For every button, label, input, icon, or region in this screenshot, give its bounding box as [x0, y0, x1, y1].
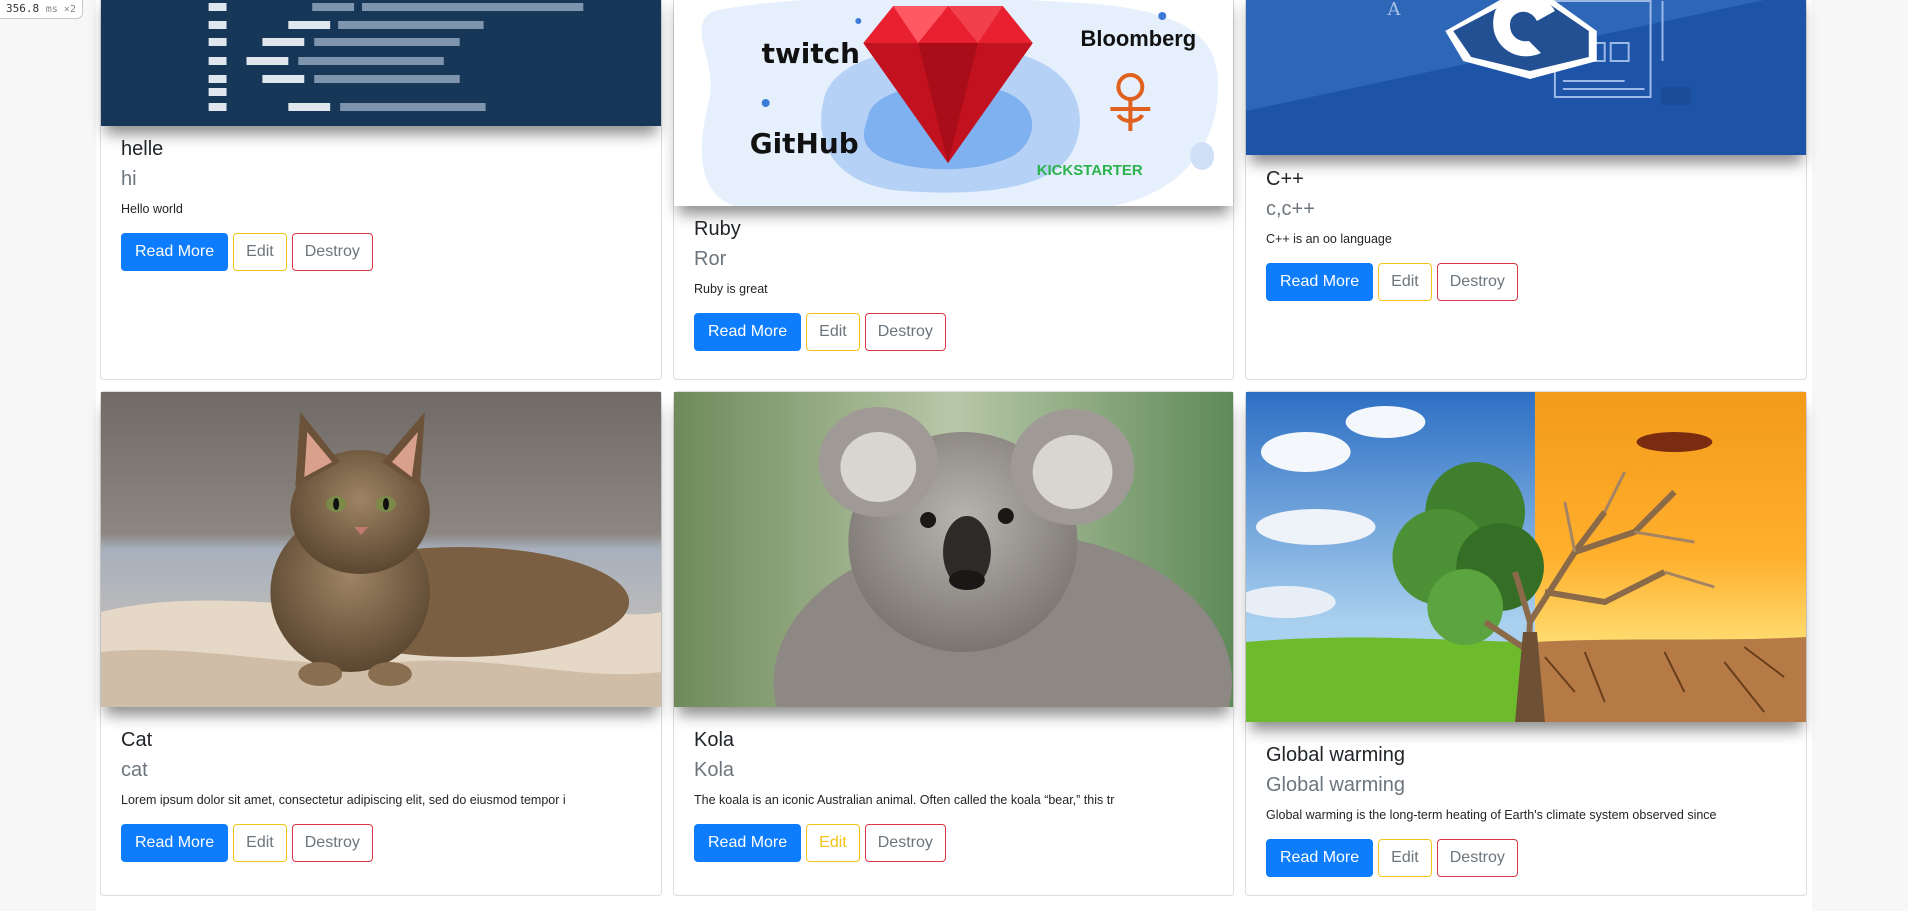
svg-text:A: A — [1386, 0, 1401, 20]
card-image-cpp: A — [1246, 0, 1806, 155]
read-more-button[interactable]: Read More — [1266, 263, 1374, 301]
card-title: Global warming — [1266, 744, 1405, 766]
destroy-button[interactable]: Destroy — [864, 313, 946, 351]
edit-button[interactable]: Edit — [233, 233, 287, 271]
card-subtitle: c,c++ — [1266, 198, 1315, 220]
card-actions: Read More Edit Destroy — [121, 824, 641, 862]
post-card-helle: helle hi Hello world Read More Edit Dest… — [100, 0, 662, 380]
card-actions: Read More Edit Destroy — [121, 233, 641, 271]
card-subtitle: cat — [121, 759, 148, 781]
card-actions: Read More Edit Destroy — [694, 313, 1213, 351]
post-card-kola: Kola Kola The koala is an iconic Austral… — [673, 391, 1234, 896]
card-actions: Read More Edit Destroy — [1266, 839, 1786, 877]
read-more-button[interactable]: Read More — [694, 313, 802, 351]
page-content: helle hi Hello world Read More Edit Dest… — [96, 0, 1812, 911]
post-card-ruby: twitch Bloomberg GitHub KICKSTARTER Ruby… — [673, 0, 1234, 380]
destroy-button[interactable]: Destroy — [291, 824, 373, 862]
read-more-button[interactable]: Read More — [121, 824, 229, 862]
card-title: Kola — [694, 729, 735, 751]
card-title: helle — [121, 138, 164, 160]
card-text: The koala is an iconic Australian animal… — [694, 793, 1115, 807]
card-subtitle: Ror — [694, 248, 727, 270]
perf-counter: 356.8 ms ×2 — [0, 0, 83, 19]
card-title: Cat — [121, 729, 153, 751]
card-image-climate — [1246, 392, 1806, 722]
card-text: Hello world — [121, 202, 183, 216]
edit-button[interactable]: Edit — [233, 824, 287, 862]
card-image-ruby: twitch Bloomberg GitHub KICKSTARTER — [674, 0, 1233, 206]
card-image-koala — [674, 392, 1233, 707]
edit-button[interactable]: Edit — [1378, 263, 1432, 301]
card-subtitle: hi — [121, 168, 137, 190]
github-logo: GitHub — [750, 127, 859, 160]
destroy-button[interactable]: Destroy — [1436, 263, 1518, 301]
edit-button[interactable]: Edit — [1378, 839, 1432, 877]
card-subtitle: Kola — [694, 759, 735, 781]
card-actions: Read More Edit Destroy — [1266, 263, 1786, 301]
destroy-button[interactable]: Destroy — [1436, 839, 1518, 877]
destroy-button[interactable]: Destroy — [864, 824, 946, 862]
read-more-button[interactable]: Read More — [694, 824, 802, 862]
card-subtitle: Global warming — [1266, 774, 1405, 796]
card-text: Ruby is great — [694, 282, 768, 296]
post-card-cpp: A C++ c,c++ C++ is an oo language Read M… — [1245, 0, 1807, 380]
read-more-button[interactable]: Read More — [1266, 839, 1374, 877]
edit-button[interactable]: Edit — [806, 313, 860, 351]
destroy-button[interactable]: Destroy — [291, 233, 373, 271]
post-card-global-warming: Global warming Global warming Global war… — [1245, 391, 1807, 896]
card-text: Global warming is the long-term heating … — [1266, 808, 1717, 822]
card-image-code — [101, 0, 661, 126]
perf-value: 356.8 — [6, 2, 40, 15]
card-title: C++ — [1266, 168, 1304, 190]
card-image-cat — [101, 392, 661, 707]
kickstarter-logo: KICKSTARTER — [1037, 162, 1143, 179]
bloomberg-logo: Bloomberg — [1081, 26, 1197, 51]
card-text: Lorem ipsum dolor sit amet, consectetur … — [121, 793, 566, 807]
post-card-cat: Cat cat Lorem ipsum dolor sit amet, cons… — [100, 391, 662, 896]
twitch-logo: twitch — [762, 37, 860, 70]
card-text: C++ is an oo language — [1266, 232, 1392, 246]
perf-unit: ms ×2 — [45, 4, 76, 15]
edit-button[interactable]: Edit — [806, 824, 860, 862]
card-title: Ruby — [694, 218, 741, 240]
card-actions: Read More Edit Destroy — [694, 824, 1213, 862]
read-more-button[interactable]: Read More — [121, 233, 229, 271]
